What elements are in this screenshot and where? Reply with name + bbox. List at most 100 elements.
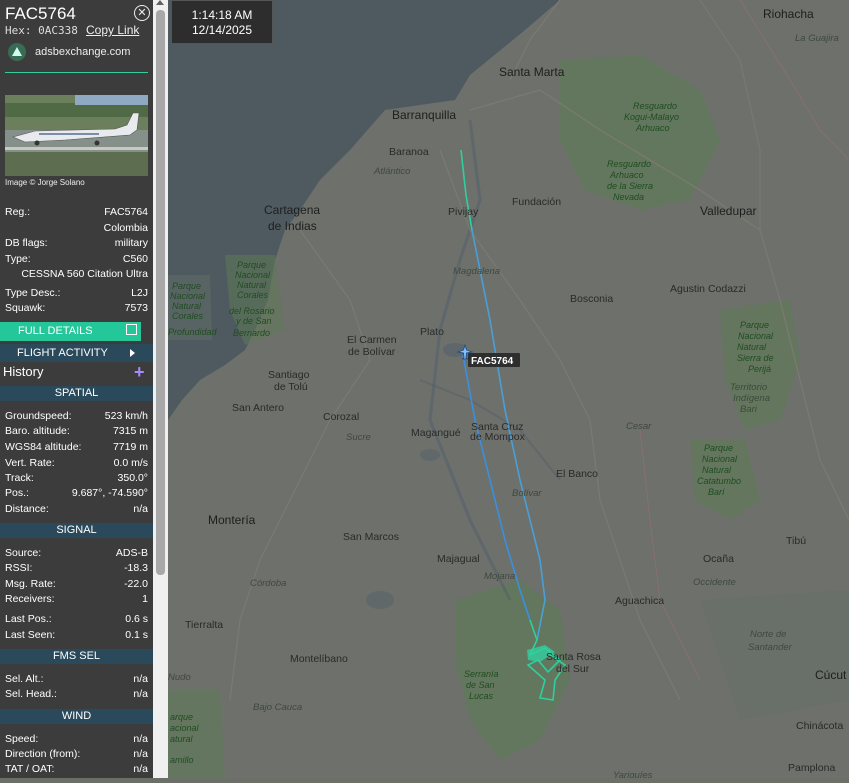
aircraft-photo[interactable]: [5, 95, 148, 176]
place-label: Plato: [420, 326, 444, 338]
place-label: Indígena: [733, 393, 770, 404]
spatial-key: Baro. altitude:: [5, 425, 70, 437]
details-key: DB flags:: [5, 237, 48, 249]
scroll-up-arrow-icon[interactable]: [156, 0, 164, 5]
map-svg[interactable]: FAC5764 Riohacha La Guajira Santa Marta …: [168, 0, 849, 781]
place-label: Norte de: [750, 629, 786, 640]
place-label: El Carmen: [347, 334, 397, 346]
place-label: Santa Marta: [499, 65, 565, 79]
signal-value: 0.1 s: [125, 629, 148, 641]
place-label: Bernardo: [233, 328, 270, 338]
place-label: Bosconia: [570, 293, 613, 305]
site-link[interactable]: adsbexchange.com: [35, 46, 130, 58]
place-label: Córdoba: [250, 578, 286, 589]
aircraft-info-panel: FAC5764 ✕ Hex: 0AC338 Copy Link adsbexch…: [0, 0, 153, 778]
place-label: de Mompox: [470, 431, 526, 443]
place-label: Nacional: [170, 291, 206, 301]
place-label: Natural: [737, 342, 767, 352]
spatial-key: Groundspeed:: [5, 410, 72, 422]
place-label: Atlántico: [373, 166, 410, 177]
clock-time: 1:14:18 AM: [191, 8, 253, 22]
spatial-value: 7719 m: [112, 441, 148, 453]
history-heading: History: [3, 364, 44, 379]
place-label: Parque: [704, 443, 733, 453]
place-label: Serranía: [464, 669, 499, 679]
place-label: Corales: [172, 311, 204, 321]
place-label: La Guajira: [795, 33, 839, 44]
full-details-button[interactable]: FULL DETAILS: [0, 322, 141, 341]
place-label: y de San: [235, 316, 272, 326]
aircraft-map-label: FAC5764: [468, 353, 520, 367]
place-label: Santa Rosa: [546, 651, 601, 663]
spatial-value: n/a: [133, 503, 148, 515]
signal-value: -18.3: [124, 562, 148, 574]
place-label: Nacional: [738, 331, 774, 341]
place-label: Resguardo: [633, 101, 677, 111]
place-label: Pamplona: [788, 762, 835, 774]
place-label: Bari: [740, 404, 758, 415]
place-label: Barranquilla: [392, 108, 456, 122]
flight-activity-button[interactable]: FLIGHT ACTIVITY: [0, 344, 153, 362]
place-label: del Rosario: [229, 306, 275, 316]
fms-value: n/a: [133, 673, 148, 685]
details-value: 7573: [124, 302, 148, 314]
details-key: Reg.:: [5, 206, 31, 218]
place-label: de la Sierra: [607, 181, 653, 191]
place-label: Arhuaco: [609, 170, 644, 180]
place-label: arque: [170, 712, 193, 722]
place-label: Resguardo: [607, 159, 651, 169]
place-label: Kogui-Malayo: [624, 112, 679, 122]
place-label: Nacional: [235, 270, 271, 280]
hex-label: Hex:: [5, 24, 32, 37]
spatial-value: 7315 m: [112, 425, 148, 437]
place-label: Agustin Codazzi: [670, 283, 746, 295]
place-label: Santander: [748, 642, 793, 653]
spatial-value: 0.0 m/s: [113, 457, 148, 469]
section-signal: SIGNAL: [0, 523, 153, 538]
place-label: Mojana: [484, 571, 515, 582]
place-label: de Bolívar: [348, 346, 396, 358]
wind-value: n/a: [133, 748, 148, 760]
fms-key: Sel. Head.:: [5, 688, 57, 700]
details-key: Squawk:: [5, 302, 46, 314]
place-label: de San: [466, 680, 495, 690]
spatial-value: 9.687°, -74.590°: [71, 487, 148, 499]
spatial-key: Track:: [5, 472, 34, 484]
place-label: Yariguíes: [613, 770, 653, 778]
chevron-right-icon: [130, 349, 135, 357]
add-icon[interactable]: +: [134, 362, 145, 383]
place-label: Natural: [702, 465, 732, 475]
adsbexchange-logo-icon[interactable]: [8, 43, 26, 61]
copy-link[interactable]: Copy Link: [86, 23, 139, 37]
place-label: Parque: [172, 281, 201, 291]
place-label: Perijá: [748, 364, 771, 374]
sidebar-scrollbar[interactable]: [153, 0, 168, 778]
details-value: C560: [122, 253, 148, 265]
place-label: Barí: [708, 487, 726, 497]
details-value: military: [114, 237, 148, 249]
section-spatial: SPATIAL: [0, 386, 153, 401]
place-label: Fundación: [512, 196, 561, 208]
signal-key: RSSI:: [5, 562, 33, 574]
place-label: Montelíbano: [290, 653, 348, 665]
hex-code: 0AC338: [38, 24, 78, 37]
place-label: Lucas: [469, 691, 494, 701]
details-value: Colombia: [103, 222, 148, 234]
place-label: Corozal: [323, 411, 359, 423]
close-icon[interactable]: ✕: [134, 5, 150, 21]
scrollbar-thumb[interactable]: [156, 10, 165, 575]
spatial-key: Pos.:: [5, 487, 29, 499]
place-label: San Marcos: [343, 531, 399, 543]
map-canvas[interactable]: FAC5764 Riohacha La Guajira Santa Marta …: [168, 0, 849, 781]
details-value: L2J: [131, 287, 148, 299]
wind-value: n/a: [133, 733, 148, 745]
place-label: Bajo Cauca: [253, 702, 302, 713]
signal-value: -22.0: [124, 578, 148, 590]
wind-value: n/a: [133, 763, 148, 775]
spatial-key: Vert. Rate:: [5, 457, 55, 469]
section-fms: FMS SEL: [0, 649, 153, 664]
wind-key: Speed:: [5, 733, 39, 745]
place-label: Natural: [172, 301, 202, 311]
details-value: FAC5764: [104, 206, 148, 218]
place-label: del Sur: [556, 663, 590, 675]
